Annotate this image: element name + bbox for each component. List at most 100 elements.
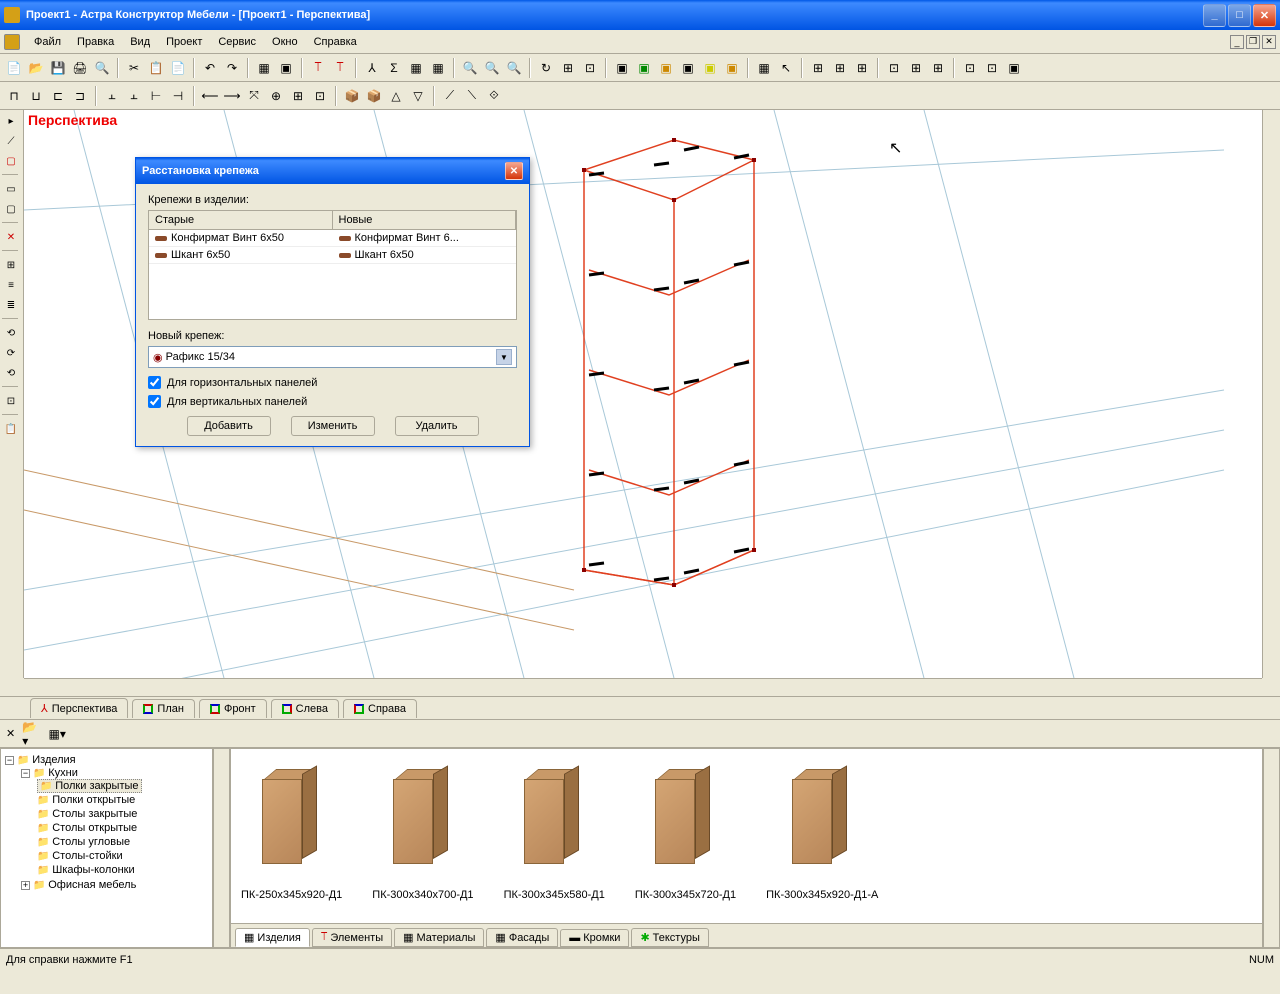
- tool-icon[interactable]: ⊕: [266, 86, 286, 106]
- tool-icon[interactable]: ⊞: [906, 58, 926, 78]
- tool-icon[interactable]: ▣: [678, 58, 698, 78]
- minimize-button[interactable]: _: [1203, 4, 1226, 27]
- open-icon[interactable]: 📂: [26, 58, 46, 78]
- mdi-app-icon[interactable]: [4, 34, 20, 50]
- tool-icon[interactable]: ⊞: [808, 58, 828, 78]
- tool-icon[interactable]: ⅄: [362, 58, 382, 78]
- menu-edit[interactable]: Правка: [69, 33, 122, 51]
- tool-icon[interactable]: ⊡: [960, 58, 980, 78]
- gallery-tab-elements[interactable]: ⟙ Элементы: [312, 928, 392, 947]
- copy-icon[interactable]: 📋: [146, 58, 166, 78]
- tool-icon[interactable]: △: [386, 86, 406, 106]
- tool-icon[interactable]: ⊡: [310, 86, 330, 106]
- tree-item[interactable]: Столы-стойки: [37, 849, 208, 863]
- tool-icon[interactable]: ↻: [536, 58, 556, 78]
- mdi-restore-button[interactable]: ❐: [1246, 35, 1260, 49]
- menu-view[interactable]: Вид: [122, 33, 158, 51]
- gallery-item[interactable]: ПК-300х340х700-Д1: [372, 769, 473, 903]
- tool-icon[interactable]: ⊏: [48, 86, 68, 106]
- sigma-icon[interactable]: Σ: [384, 58, 404, 78]
- menu-file[interactable]: Файл: [26, 33, 69, 51]
- tool-icon[interactable]: ▣: [612, 58, 632, 78]
- tool-icon[interactable]: ⫠: [124, 86, 144, 106]
- horizontal-scrollbar[interactable]: [24, 678, 1262, 696]
- maximize-button[interactable]: □: [1228, 4, 1251, 27]
- tool-icon[interactable]: ⟲: [2, 364, 20, 382]
- tool-icon[interactable]: ▣: [276, 58, 296, 78]
- tab-front[interactable]: Фронт: [199, 699, 267, 718]
- cut-icon[interactable]: ✂: [124, 58, 144, 78]
- tree-item[interactable]: Столы угловые: [37, 835, 208, 849]
- save-icon[interactable]: 💾: [48, 58, 68, 78]
- tool-icon[interactable]: ⟲: [2, 324, 20, 342]
- edit-button[interactable]: Изменить: [291, 416, 375, 436]
- checkbox-horizontal[interactable]: Для горизонтальных панелей: [148, 376, 517, 389]
- tool-icon[interactable]: ⟙: [308, 58, 328, 78]
- tool-icon[interactable]: 📋: [2, 420, 20, 438]
- mdi-close-button[interactable]: ✕: [1262, 35, 1276, 49]
- gallery-item[interactable]: ПК-300х345х720-Д1: [635, 769, 736, 903]
- tool-icon[interactable]: ⊐: [70, 86, 90, 106]
- tool-icon[interactable]: ▣: [700, 58, 720, 78]
- tool-icon[interactable]: ≣: [2, 296, 20, 314]
- tab-perspective[interactable]: ⅄Перспектива: [30, 698, 128, 718]
- print-icon[interactable]: 🖨: [70, 58, 90, 78]
- tool-icon[interactable]: ⊡: [580, 58, 600, 78]
- tool-icon[interactable]: ▢: [2, 152, 20, 170]
- tool-icon[interactable]: ▢: [2, 200, 20, 218]
- tool-icon[interactable]: ⤧: [244, 86, 264, 106]
- tool-icon[interactable]: ⊡: [982, 58, 1002, 78]
- view-mode-icon[interactable]: ▦▾: [47, 724, 67, 744]
- open-folder-icon[interactable]: 📂▾: [21, 724, 41, 744]
- gallery-tab-textures[interactable]: ✱ Текстуры: [631, 928, 708, 947]
- tool-icon[interactable]: ▣: [634, 58, 654, 78]
- paste-icon[interactable]: 📄: [168, 58, 188, 78]
- tool-icon[interactable]: ⟍: [462, 86, 482, 106]
- tool-icon[interactable]: ⟳: [2, 344, 20, 362]
- chevron-down-icon[interactable]: ▼: [496, 349, 512, 365]
- table-row[interactable]: Шкант 6x50Шкант 6x50: [149, 247, 516, 264]
- tool-icon[interactable]: 📦: [342, 86, 362, 106]
- tool-icon[interactable]: ▦: [406, 58, 426, 78]
- tool-icon[interactable]: ⊡: [2, 392, 20, 410]
- tool-icon[interactable]: ⟙: [330, 58, 350, 78]
- tool-icon[interactable]: ⊓: [4, 86, 24, 106]
- tree-item[interactable]: Шкафы-колонки: [37, 863, 208, 877]
- close-button[interactable]: ✕: [1253, 4, 1276, 27]
- gallery-tab-edges[interactable]: ▬ Кромки: [560, 929, 629, 947]
- gallery-scrollbar[interactable]: [1263, 748, 1280, 948]
- tree-item[interactable]: Столы закрытые: [37, 807, 208, 821]
- tool-icon[interactable]: ▦: [254, 58, 274, 78]
- pointer-icon[interactable]: ▸: [2, 112, 20, 130]
- tool-icon[interactable]: ⊞: [2, 256, 20, 274]
- gallery-tab-facades[interactable]: ▦ Фасады: [486, 928, 558, 947]
- tool-icon[interactable]: ≡: [2, 276, 20, 294]
- tool-icon[interactable]: ⟵: [200, 86, 220, 106]
- gallery-item[interactable]: ПК-250х345х920-Д1: [241, 769, 342, 903]
- tab-plan[interactable]: План: [132, 699, 195, 718]
- close-panel-icon[interactable]: ✕: [6, 727, 15, 740]
- menu-window[interactable]: Окно: [264, 33, 306, 51]
- tool-icon[interactable]: ⊣: [168, 86, 188, 106]
- tool-icon[interactable]: 📦: [364, 86, 384, 106]
- tree-item[interactable]: Столы открытые: [37, 821, 208, 835]
- tool-icon[interactable]: ▦: [754, 58, 774, 78]
- tool-icon[interactable]: ⊞: [288, 86, 308, 106]
- tool-icon[interactable]: ⟐: [484, 86, 504, 106]
- tool-icon[interactable]: ▭: [2, 180, 20, 198]
- tab-right[interactable]: Справа: [343, 699, 417, 718]
- tree-item[interactable]: Полки закрытые: [37, 779, 208, 793]
- tool-icon[interactable]: ⫠: [102, 86, 122, 106]
- tool-icon[interactable]: ⊡: [884, 58, 904, 78]
- add-button[interactable]: Добавить: [187, 416, 271, 436]
- checkbox-vertical[interactable]: Для вертикальных панелей: [148, 395, 517, 408]
- tool-icon[interactable]: ▽: [408, 86, 428, 106]
- tool-icon[interactable]: ▣: [722, 58, 742, 78]
- gallery-tab-materials[interactable]: ▦ Материалы: [394, 928, 484, 947]
- tool-icon[interactable]: ▣: [656, 58, 676, 78]
- zoom-in-icon[interactable]: 🔍: [460, 58, 480, 78]
- tool-icon[interactable]: ⟋: [2, 132, 20, 150]
- library-tree[interactable]: −Изделия −Кухни Полки закрытыеПолки откр…: [0, 748, 213, 948]
- menu-service[interactable]: Сервис: [210, 33, 264, 51]
- mdi-minimize-button[interactable]: _: [1230, 35, 1244, 49]
